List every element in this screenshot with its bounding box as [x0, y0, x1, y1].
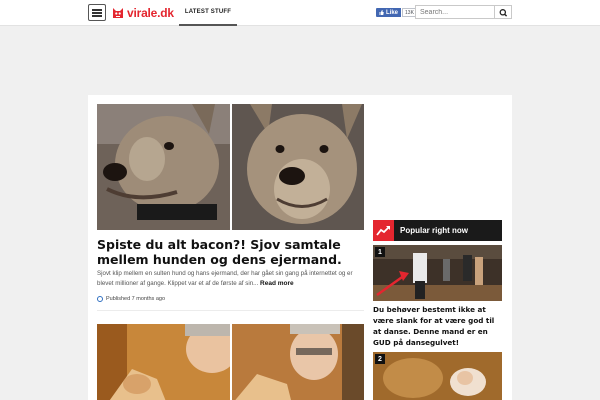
content-card: Spiste du alt bacon?! Sjov samtale melle…	[88, 95, 512, 400]
second-article-thumbnail[interactable]	[97, 324, 364, 400]
like-text: Like	[386, 9, 399, 16]
menu-icon-line	[92, 12, 102, 14]
dog-photo-left	[97, 104, 230, 230]
search-input[interactable]	[415, 5, 495, 19]
published-date: Published 7 months ago	[106, 296, 166, 302]
popular-item-caption: Du behøver bestemt ikke at være slank fo…	[373, 305, 495, 347]
thumbs-up-icon	[379, 10, 384, 15]
excerpt-text: Sjovt klip mellem en sulten hund og hans…	[97, 270, 353, 287]
search-button[interactable]	[495, 5, 512, 19]
popular-title: Popular right now	[400, 226, 468, 235]
popular-item-image: 2	[373, 352, 502, 400]
rank-badge: 2	[375, 354, 385, 364]
dog-person-photo-left	[97, 324, 230, 400]
dog-person-photo-right	[231, 324, 364, 400]
read-more-link[interactable]: Read more	[260, 280, 294, 287]
menu-icon-line	[92, 15, 102, 17]
article-excerpt: Sjovt klip mellem en sulten hund og hans…	[97, 269, 367, 289]
popular-item-1[interactable]: 1 Du behøver bestemt ikke at være slank …	[373, 245, 502, 348]
published-meta: Published 7 months ago	[97, 295, 165, 303]
dog-photo-right	[231, 104, 364, 230]
hamburger-menu-button[interactable]	[88, 4, 106, 21]
rank-badge: 1	[375, 247, 385, 257]
search-icon	[499, 9, 508, 17]
clock-icon	[97, 296, 103, 302]
article-thumbnail[interactable]	[97, 104, 364, 230]
facebook-like-label: Like	[376, 8, 402, 17]
cat-logo-icon	[111, 6, 125, 20]
menu-icon-line	[92, 9, 102, 11]
popular-item-image: 1	[373, 245, 502, 301]
article-title[interactable]: Spiste du alt bacon?! Sjov samtale melle…	[97, 237, 367, 267]
popular-right-now-header: Popular right now	[373, 220, 502, 241]
site-logo[interactable]: virale.dk	[111, 5, 174, 21]
facebook-like-button[interactable]: Like 13K	[376, 8, 417, 17]
trending-icon	[373, 220, 394, 241]
popular-item-2[interactable]: 2	[373, 352, 502, 400]
top-navigation-bar: virale.dk Latest stuff Like 13K	[0, 0, 600, 26]
divider	[97, 310, 364, 311]
tab-label: Latest stuff	[184, 9, 232, 15]
logo-text: virale.dk	[127, 6, 174, 20]
tab-latest-stuff[interactable]: Latest stuff	[179, 0, 237, 26]
